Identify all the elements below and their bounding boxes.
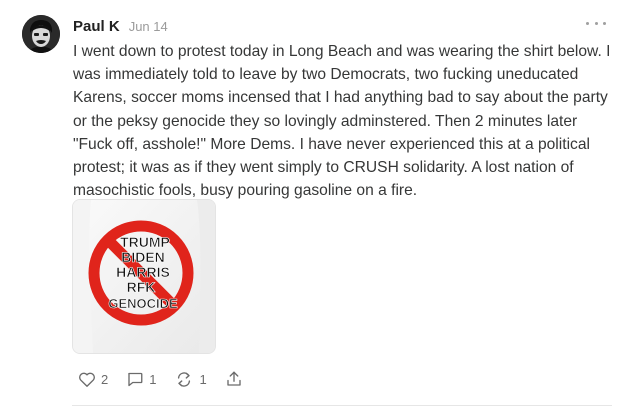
- shirt-line-3: HARRIS: [116, 264, 170, 280]
- share-icon: [227, 371, 241, 386]
- comment-bubble-icon: [128, 372, 143, 386]
- shirt-image: TRUMP BIDEN HARRIS RFK GENOCIDE: [73, 200, 215, 353]
- comment-actions: 2 1 1: [78, 369, 261, 389]
- like-button[interactable]: 2: [78, 371, 108, 388]
- comment-body: I went down to protest today in Long Bea…: [73, 43, 611, 200]
- shirt-line-1: TRUMP: [120, 234, 170, 250]
- avatar[interactable]: [22, 15, 60, 53]
- shirt-line-5: GENOCIDE: [108, 296, 178, 311]
- like-count: 2: [101, 371, 109, 387]
- restack-count: 1: [199, 371, 207, 387]
- shirt-line-2: BIDEN: [121, 249, 165, 265]
- share-button[interactable]: [225, 370, 243, 388]
- reply-button[interactable]: 1: [126, 371, 156, 388]
- heart-icon: [79, 372, 95, 387]
- comment-date[interactable]: Jun 14: [129, 19, 168, 34]
- shirt-line-4: RFK: [127, 279, 156, 295]
- restack-arrows-icon: [178, 371, 191, 387]
- restack-button[interactable]: 1: [174, 371, 207, 388]
- author-name[interactable]: Paul K: [73, 18, 120, 35]
- divider: [72, 405, 612, 406]
- avatar-portrait-icon: [22, 15, 60, 53]
- reply-count: 1: [149, 371, 157, 387]
- comment-image[interactable]: TRUMP BIDEN HARRIS RFK GENOCIDE: [72, 199, 216, 354]
- comment: Paul K Jun 14 I went down to protest tod…: [0, 0, 636, 410]
- more-dots-icon[interactable]: [586, 16, 606, 30]
- comment-header: Paul K Jun 14: [73, 18, 168, 38]
